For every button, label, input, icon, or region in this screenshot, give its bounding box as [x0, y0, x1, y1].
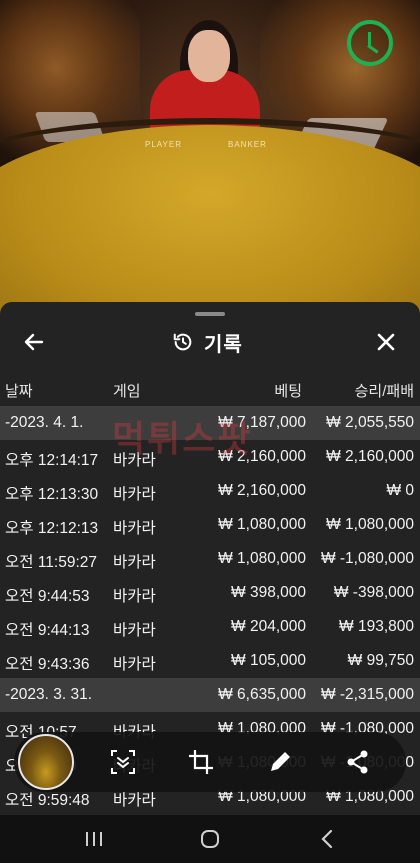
row-result: ₩ 0 [386, 482, 414, 499]
table-row[interactable]: 오후 12:13:30 바카라 ₩ 2,160,000 ₩ 0 [0, 474, 420, 508]
row-time: -2023. 3. 31. [5, 686, 93, 703]
row-time: 오전 9:43:36 [5, 656, 90, 673]
row-bet: ₩ 7,187,000 [218, 414, 306, 431]
table-banker-label: BANKER [228, 140, 267, 149]
table-header: 날짜 게임 베팅 승리/패배 [0, 380, 420, 402]
row-time: 오전 9:44:13 [5, 622, 90, 639]
row-bet: ₩ 1,080,000 [218, 516, 306, 533]
row-time: -2023. 4. 1. [5, 414, 84, 431]
row-result: ₩ 193,800 [339, 618, 414, 635]
screenshot-toolbar [14, 732, 406, 792]
page-title: 기록 [204, 333, 243, 356]
row-time: 오후 12:13:30 [5, 486, 99, 503]
panel-header: 기록 [0, 322, 420, 362]
row-bet: ₩ 204,000 [231, 618, 306, 635]
screenshot-thumbnail[interactable] [18, 734, 74, 790]
history-icon [173, 333, 192, 351]
recents-icon[interactable] [80, 825, 108, 853]
system-nav-bar [0, 815, 420, 863]
row-time: 오후 12:14:17 [5, 452, 99, 469]
row-bet: ₩ 2,160,000 [218, 448, 306, 465]
scroll-capture-icon[interactable] [109, 748, 137, 776]
back-nav-icon[interactable] [314, 825, 342, 853]
row-bet: ₩ 6,635,000 [218, 686, 306, 703]
row-bet: ₩ 398,000 [231, 584, 306, 601]
drag-handle[interactable] [195, 312, 225, 316]
table-row[interactable]: 오전 9:43:36 바카라 ₩ 105,000 ₩ 99,750 [0, 644, 420, 678]
crop-icon[interactable] [187, 748, 215, 776]
row-game: 바카라 [113, 486, 156, 503]
row-time: 오전 11:59:27 [5, 554, 98, 571]
row-result: ₩ 99,750 [347, 652, 414, 669]
col-result: 승리/패배 [354, 383, 414, 400]
table-player-label: PLAYER [145, 140, 182, 149]
date-group-row[interactable]: -2023. 4. 1. ₩ 7,187,000 ₩ 2,055,550 [0, 406, 420, 440]
row-bet: ₩ 1,080,000 [218, 550, 306, 567]
row-game: 바카라 [113, 588, 156, 605]
row-result: ₩ -2,315,000 [320, 686, 414, 703]
home-icon[interactable] [196, 825, 224, 853]
col-bet: 베팅 [274, 383, 302, 400]
row-result: ₩ -398,000 [333, 584, 414, 601]
row-result: ₩ 2,055,550 [326, 414, 414, 431]
edit-icon[interactable] [266, 748, 294, 776]
row-game: 바카라 [113, 656, 156, 673]
row-result: ₩ 2,160,000 [326, 448, 414, 465]
table-row[interactable]: 오후 12:14:17 바카라 ₩ 2,160,000 ₩ 2,160,000 [0, 440, 420, 474]
panel-title-group: 기록 [172, 328, 243, 356]
date-group-row[interactable]: -2023. 3. 31. ₩ 6,635,000 ₩ -2,315,000 [0, 678, 420, 712]
table-row[interactable]: 오전 9:44:53 바카라 ₩ 398,000 ₩ -398,000 [0, 576, 420, 610]
row-result: ₩ -1,080,000 [320, 550, 414, 567]
clock-icon[interactable] [347, 20, 393, 66]
row-bet: ₩ 105,000 [231, 652, 306, 669]
row-bet: ₩ 2,160,000 [218, 482, 306, 499]
arrow-left-icon[interactable] [22, 330, 46, 354]
row-game: 바카라 [113, 554, 156, 571]
table-row[interactable]: 오전 9:44:13 바카라 ₩ 204,000 ₩ 193,800 [0, 610, 420, 644]
col-date: 날짜 [5, 383, 33, 400]
row-result: ₩ 1,080,000 [326, 516, 414, 533]
close-icon[interactable] [374, 330, 398, 354]
table-row[interactable]: 오후 12:12:13 바카라 ₩ 1,080,000 ₩ 1,080,000 [0, 508, 420, 542]
share-icon[interactable] [344, 748, 372, 776]
col-game: 게임 [113, 383, 141, 400]
table-row[interactable]: 오전 11:59:27 바카라 ₩ 1,080,000 ₩ -1,080,000 [0, 542, 420, 576]
row-game: 바카라 [113, 452, 156, 469]
row-time: 오후 12:12:13 [5, 520, 99, 537]
live-video: PLAYER BANKER [0, 0, 420, 320]
row-time: 오전 9:44:53 [5, 588, 90, 605]
row-game: 바카라 [113, 622, 156, 639]
row-game: 바카라 [113, 520, 156, 537]
dealer-head [188, 30, 230, 82]
